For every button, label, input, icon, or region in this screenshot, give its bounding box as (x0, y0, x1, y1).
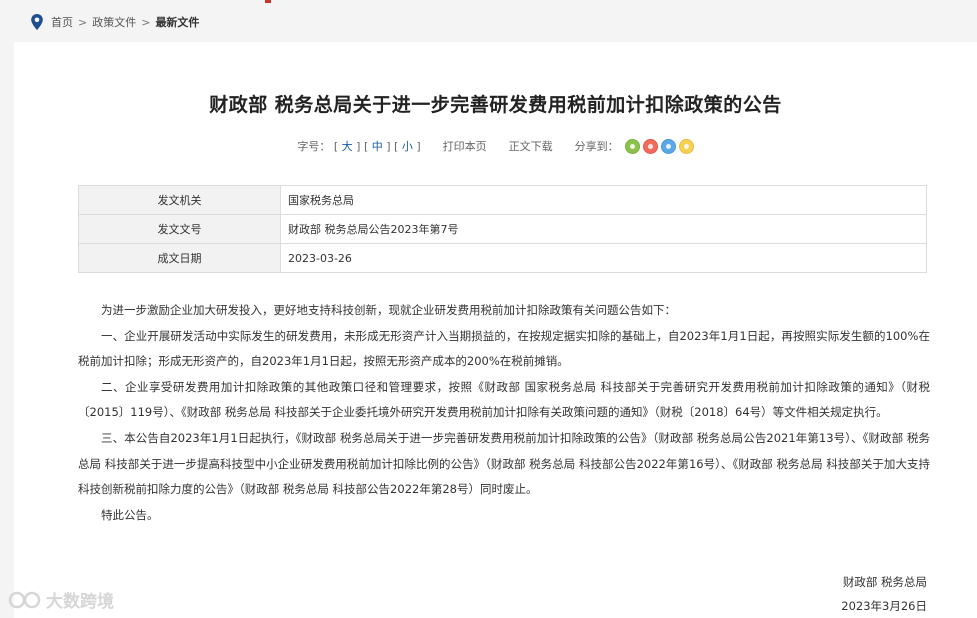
article-body: 为进一步激励企业加大研发投入，更好地支持科技创新，现就企业研发费用税前加计扣除政… (78, 298, 930, 528)
signature-issuer: 财政部 税务总局 (842, 575, 927, 589)
breadcrumb-separator: > (78, 15, 88, 29)
bracket: ] (356, 140, 361, 153)
table-row: 发文文号 财政部 税务总局公告2023年第7号 (78, 214, 927, 244)
table-row: 成文日期 2023-03-26 (78, 243, 927, 273)
meta-key: 成文日期 (78, 243, 281, 273)
wechat-share-icon[interactable] (624, 138, 640, 154)
watermark-text: 大数跨境 (46, 592, 114, 612)
location-pin-icon (31, 14, 43, 30)
article-paragraph: 一、企业开展研发活动中实际发生的研发费用，未形成无形资产计入当期损益的，在按规定… (78, 328, 930, 369)
article-title: 财政部 税务总局关于进一步完善研发费用税前加计扣除政策的公告 (209, 94, 782, 116)
font-size-medium-button[interactable]: 中 (372, 140, 383, 153)
bracket: [ (394, 140, 399, 153)
share-label: 分享到： (574, 140, 619, 153)
font-size-small-button[interactable]: 小 (402, 140, 413, 153)
download-text-button[interactable]: 正文下载 (509, 138, 553, 154)
breadcrumb-separator: > (141, 15, 151, 29)
top-strip-accent (265, 0, 271, 3)
article-paragraph: 二、企业享受研发费用加计扣除政策的其他政策口径和管理要求，按照《财政部 国家税务… (78, 379, 930, 420)
bracket: ] (416, 140, 421, 153)
watermark-logo-icon (8, 591, 41, 608)
bracket: [ (333, 140, 339, 153)
meta-key: 发文机关 (78, 185, 281, 215)
article-card: 财政部 税务总局关于进一步完善研发费用税前加计扣除政策的公告 字号： [ 大 ]… (14, 42, 977, 618)
top-strip (0, 0, 977, 10)
article-paragraph: 为进一步激励企业加大研发投入，更好地支持科技创新，现就企业研发费用税前加计扣除政… (101, 303, 676, 317)
weibo-share-icon[interactable] (642, 138, 658, 154)
font-size-large-button[interactable]: 大 (342, 140, 353, 153)
meta-value: 财政部 税务总局公告2023年第7号 (280, 214, 927, 244)
meta-key: 发文文号 (78, 214, 281, 244)
breadcrumb: 首页 > 政策文件 > 最新文件 (30, 12, 199, 32)
article-signature: 财政部 税务总局 2023年3月26日 (841, 570, 927, 618)
breadcrumb-section-link[interactable]: 政策文件 (92, 14, 136, 30)
font-size-label: 字号： (297, 140, 331, 153)
meta-value: 2023-03-26 (280, 243, 927, 273)
bracket: [ (363, 140, 369, 153)
print-page-button[interactable]: 打印本页 (443, 138, 487, 154)
signature-date: 2023年3月26日 (841, 599, 927, 613)
font-size-control: 字号： [ 大 ] [ 中 ] [ 小 ] (297, 138, 420, 154)
table-row: 发文机关 国家税务总局 (78, 185, 927, 215)
breadcrumb-home-link[interactable]: 首页 (51, 14, 73, 30)
breadcrumb-current: 最新文件 (155, 16, 200, 29)
share-icons (624, 138, 694, 154)
qzone-share-icon[interactable] (678, 138, 694, 154)
article-toolbar: 字号： [ 大 ] [ 中 ] [ 小 ] 打印本页 正文下载 分享到： (14, 136, 977, 156)
meta-value: 国家税务总局 (280, 185, 927, 215)
qq-share-icon[interactable] (660, 138, 676, 154)
article-paragraph: 特此公告。 (101, 507, 159, 522)
watermark: 大数跨境 (8, 587, 114, 612)
article-paragraph: 三、本公告自2023年1月1日起执行，《财政部 税务总局关于进一步完善研发费用税… (78, 430, 930, 497)
document-meta-table: 发文机关 国家税务总局 发文文号 财政部 税务总局公告2023年第7号 成文日期… (78, 185, 927, 273)
bracket: ] (386, 140, 391, 153)
